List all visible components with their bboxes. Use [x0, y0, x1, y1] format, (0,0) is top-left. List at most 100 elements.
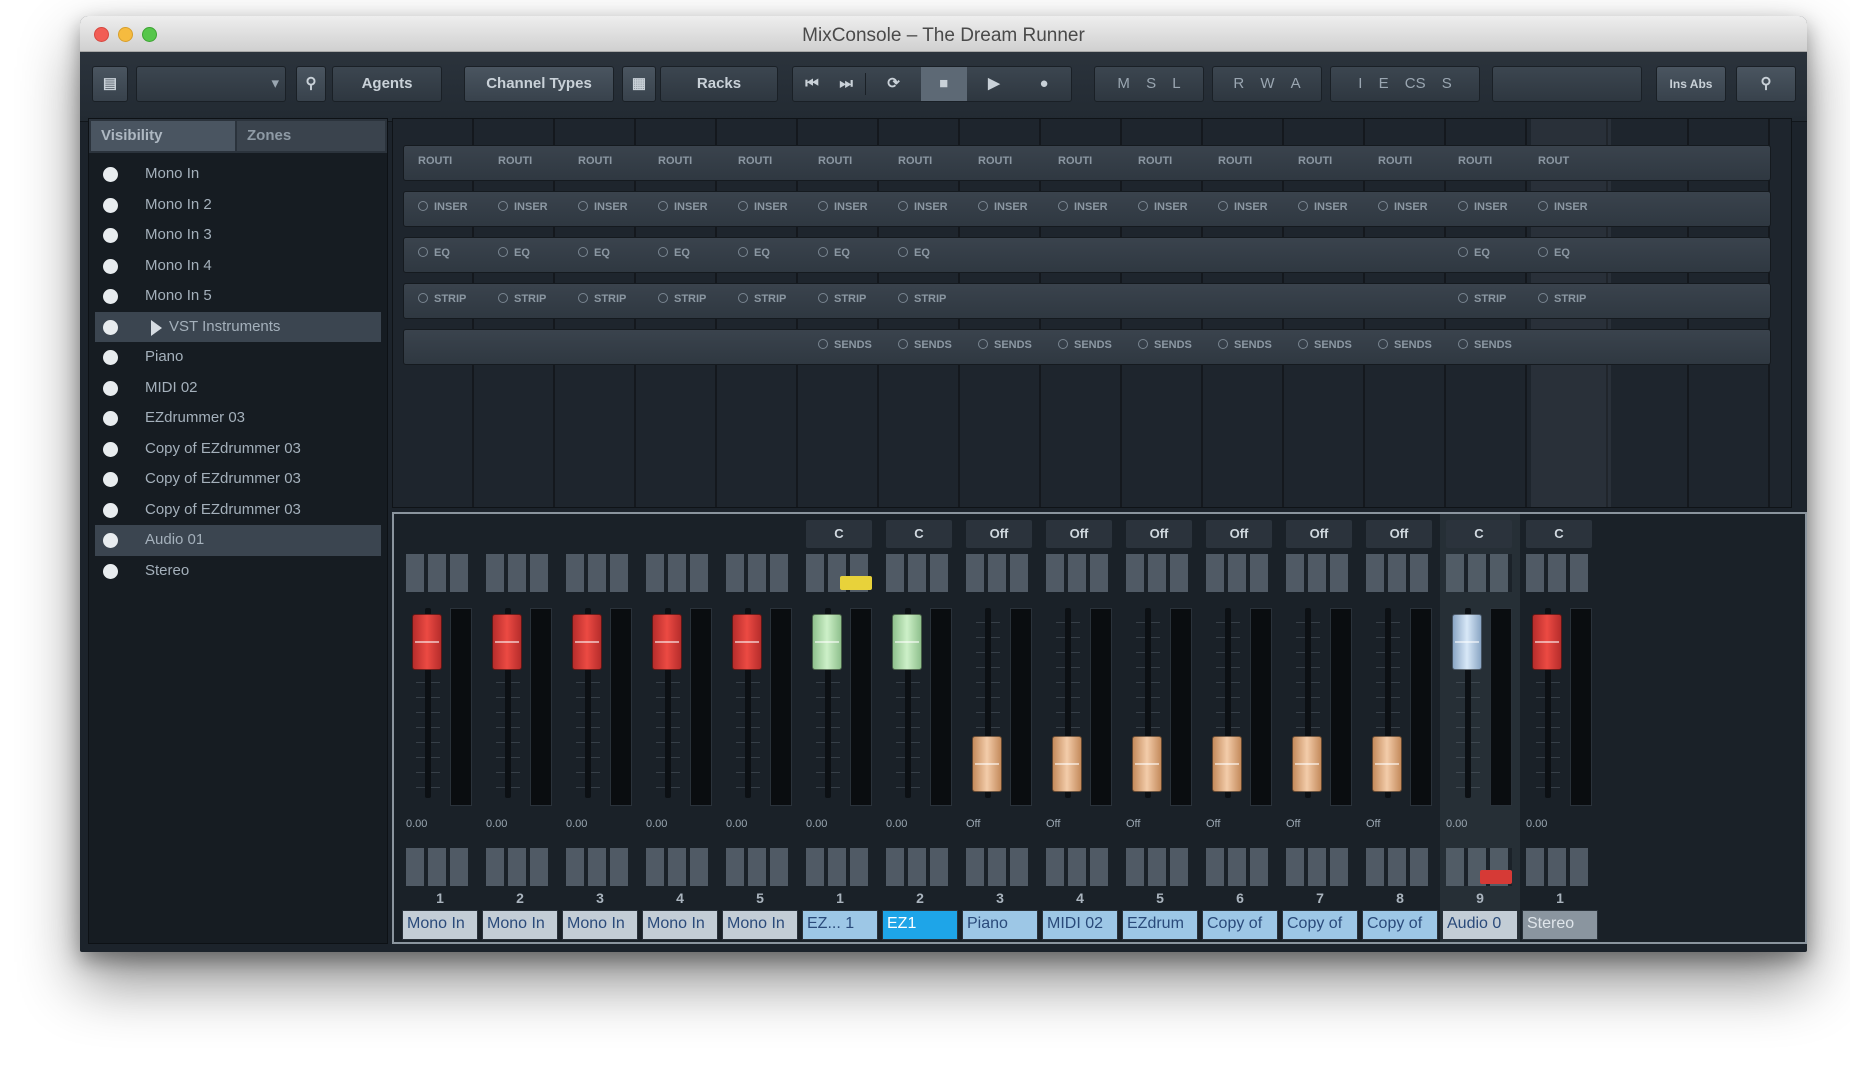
channel-buttons-top[interactable]	[886, 554, 952, 592]
show-left-zone-icon[interactable]: ▤	[92, 66, 128, 102]
rack-slot[interactable]: STRIP	[498, 293, 546, 305]
visibility-item[interactable]: Mono In 3	[95, 220, 381, 251]
volume-fader[interactable]	[1212, 735, 1242, 792]
rack-slot[interactable]: EQ	[1458, 247, 1490, 259]
channel-buttons-top[interactable]	[1366, 554, 1432, 592]
channel-types-button[interactable]: Channel Types	[464, 66, 614, 102]
racks-icon[interactable]: ▦	[622, 66, 656, 102]
rack-slot[interactable]: STRIP	[418, 293, 466, 305]
visibility-item[interactable]: MIDI 02	[95, 373, 381, 404]
volume-value[interactable]: 0.00	[406, 818, 472, 830]
rack-slot[interactable]: SENDS	[818, 339, 872, 351]
read-all-button[interactable]: R	[1227, 67, 1250, 101]
channel-buttons-bottom[interactable]	[1206, 848, 1272, 886]
rack-slot[interactable]: INSER	[738, 201, 788, 213]
rack-bypass-icon[interactable]	[1458, 201, 1468, 211]
channel-pan-display[interactable]: C	[886, 520, 952, 548]
tab-visibility[interactable]: Visibility	[91, 121, 235, 151]
rack-bypass-icon[interactable]	[1458, 247, 1468, 257]
rack-bypass-icon[interactable]	[1538, 293, 1548, 303]
rack-bypass-icon[interactable]	[498, 293, 508, 303]
volume-value[interactable]: 0.00	[646, 818, 712, 830]
rack-bypass-icon[interactable]	[978, 201, 988, 211]
channel-buttons-top[interactable]	[726, 554, 792, 592]
rack-slot[interactable]: INSER	[1218, 201, 1268, 213]
rack-slot[interactable]: SENDS	[1058, 339, 1112, 351]
rack-slot[interactable]: INSER	[1138, 201, 1188, 213]
visibility-toggle-icon[interactable]	[103, 441, 118, 457]
rack-bypass-icon[interactable]	[898, 293, 908, 303]
volume-value[interactable]: 0.00	[486, 818, 552, 830]
channel-buttons-bottom[interactable]	[566, 848, 632, 886]
visibility-item[interactable]: Stereo	[95, 556, 381, 587]
rack-bypass-icon[interactable]	[818, 339, 828, 349]
record-icon[interactable]: ●	[1021, 67, 1067, 101]
volume-value[interactable]: Off	[1126, 818, 1192, 830]
channel-name[interactable]: EZ... 1	[802, 910, 878, 940]
channel-pan-display[interactable]: Off	[1206, 520, 1272, 548]
expand-arrow-icon[interactable]	[151, 319, 162, 336]
rack-slot[interactable]: EQ	[898, 247, 930, 259]
rack-bypass-icon[interactable]	[1378, 201, 1388, 211]
volume-value[interactable]: 0.00	[726, 818, 792, 830]
channel-name[interactable]: Mono In	[562, 910, 638, 940]
channel-buttons-bottom[interactable]	[1286, 848, 1352, 886]
rack-bypass-icon[interactable]	[738, 293, 748, 303]
rack-bypass-icon[interactable]	[1138, 201, 1148, 211]
channel-buttons-top[interactable]	[486, 554, 552, 592]
volume-value[interactable]: Off	[1046, 818, 1112, 830]
visibility-item[interactable]: EZdrummer 03	[95, 403, 381, 434]
rack-bypass-icon[interactable]	[818, 201, 828, 211]
channel-buttons-top[interactable]	[566, 554, 632, 592]
bypass-inserts-button[interactable]: I	[1352, 67, 1368, 101]
rack-slot[interactable]: ROUTI	[738, 155, 772, 167]
rack-slot[interactable]: STRIP	[1458, 293, 1506, 305]
visibility-item[interactable]: Mono In	[95, 159, 381, 190]
rack-bypass-icon[interactable]	[1218, 339, 1228, 349]
rack-bypass-icon[interactable]	[1298, 201, 1308, 211]
mute-all-button[interactable]: M	[1111, 67, 1136, 101]
visibility-toggle-icon[interactable]	[103, 411, 118, 426]
channel-buttons-bottom[interactable]	[486, 848, 552, 886]
rack-slot[interactable]: SENDS	[1218, 339, 1272, 351]
rack-slot[interactable]: ROUTI	[1058, 155, 1092, 167]
rack-slot[interactable]: INSER	[1538, 201, 1588, 213]
channel-pan-display[interactable]: Off	[1366, 520, 1432, 548]
search-icon[interactable]: ⚲	[296, 66, 326, 102]
visibility-toggle-icon[interactable]	[103, 380, 118, 396]
channel-buttons-bottom[interactable]	[726, 848, 792, 886]
channel-buttons-top[interactable]	[1446, 554, 1512, 592]
channel-buttons-top[interactable]	[1046, 554, 1112, 592]
volume-value[interactable]: 0.00	[566, 818, 632, 830]
rack-slot[interactable]: STRIP	[658, 293, 706, 305]
channel-buttons-top[interactable]	[406, 554, 472, 592]
rack-bypass-icon[interactable]	[898, 247, 908, 257]
volume-fader[interactable]	[1372, 735, 1402, 792]
channel-pan-display[interactable]: Off	[966, 520, 1032, 548]
config-selector[interactable]: ▾	[136, 66, 286, 102]
rack-slot[interactable]: ROUTI	[498, 155, 532, 167]
rack-bypass-icon[interactable]	[738, 201, 748, 211]
rack-slot[interactable]: STRIP	[738, 293, 786, 305]
listen-all-button[interactable]: L	[1166, 67, 1186, 101]
visibility-toggle-icon[interactable]	[103, 258, 118, 274]
rack-slot[interactable]: EQ	[578, 247, 610, 259]
visibility-toggle-icon[interactable]	[103, 228, 118, 243]
volume-fader[interactable]	[1452, 614, 1482, 671]
rack-bypass-icon[interactable]	[498, 201, 508, 211]
channel-buttons-top[interactable]	[966, 554, 1032, 592]
rack-slot[interactable]: EQ	[1538, 247, 1570, 259]
rack-slot[interactable]: ROUTI	[1458, 155, 1492, 167]
visibility-toggle-icon[interactable]	[103, 289, 118, 304]
rack-bypass-icon[interactable]	[898, 201, 908, 211]
volume-value[interactable]: 0.00	[886, 818, 952, 830]
rack-bypass-icon[interactable]	[658, 201, 668, 211]
rack-slot[interactable]: ROUTI	[898, 155, 932, 167]
channel-buttons-top[interactable]	[1526, 554, 1592, 592]
channel-name[interactable]: Stereo	[1522, 910, 1598, 940]
rack-slot[interactable]: SENDS	[978, 339, 1032, 351]
write-all-button[interactable]: W	[1254, 67, 1280, 101]
channel-buttons-bottom[interactable]	[806, 848, 872, 886]
channel-buttons-top[interactable]	[646, 554, 712, 592]
channel-name[interactable]: Copy of	[1282, 910, 1358, 940]
